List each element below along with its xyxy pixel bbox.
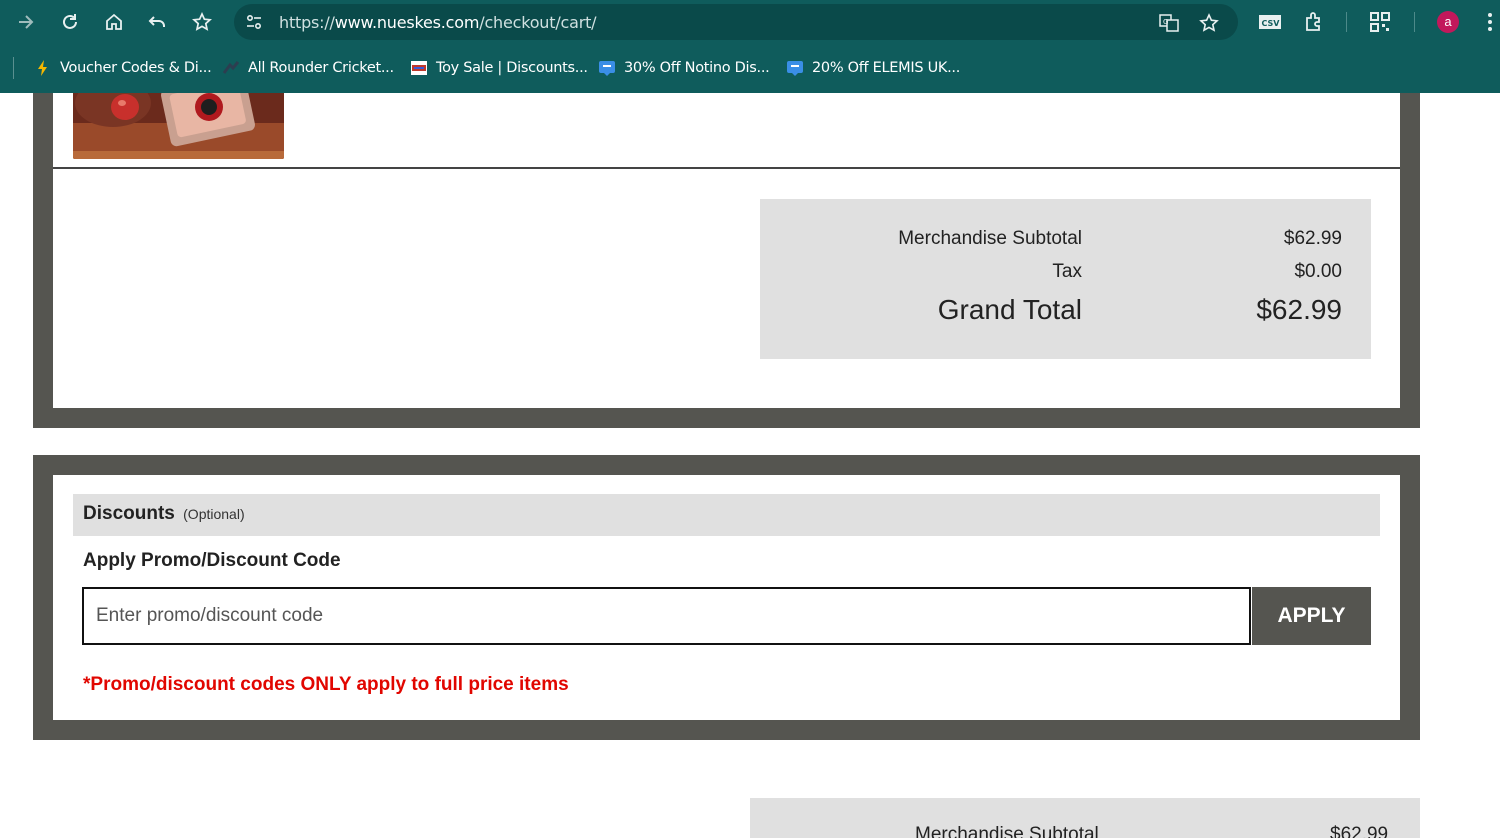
order-totals: Merchandise Subtotal $62.99 Tax $0.00 Gr… (760, 199, 1371, 359)
bookmark-elemis[interactable]: 20% Off ELEMIS UK... (786, 58, 960, 78)
tax-label: Tax (1052, 261, 1082, 282)
bookmark-label: Voucher Codes & Di... (60, 60, 212, 76)
subtotal-value: $62.99 (1283, 228, 1342, 249)
bookmark-label: Toy Sale | Discounts... (436, 60, 588, 76)
qr-icon[interactable] (1368, 10, 1392, 34)
cart-summary-body: Merchandise Subtotal $62.99 Tax $0.00 Gr… (53, 93, 1400, 408)
bottom-subtotal-label: Merchandise Subtotal (915, 824, 1099, 838)
extensions-icon[interactable] (1303, 10, 1327, 34)
cart-summary-card: Merchandise Subtotal $62.99 Tax $0.00 Gr… (33, 93, 1420, 428)
undo-icon[interactable] (143, 8, 171, 36)
forward-icon[interactable] (12, 8, 40, 36)
tag-icon (598, 59, 616, 77)
bookmark-all-rounder-cricket[interactable]: All Rounder Cricket... (222, 58, 394, 78)
url-text[interactable]: https://www.nueskes.com/checkout/cart/ (279, 13, 597, 32)
cricket-icon (222, 59, 240, 77)
home-icon[interactable] (100, 8, 128, 36)
bookmarks-bar: Voucher Codes & Di... All Rounder Cricke… (0, 44, 1500, 93)
bookmark-voucher-codes[interactable]: Voucher Codes & Di... (34, 58, 212, 78)
subtotal-label: Merchandise Subtotal (898, 228, 1082, 249)
site-settings-icon[interactable] (244, 12, 264, 32)
csv-extension-icon[interactable]: CSV (1258, 10, 1282, 34)
address-bar[interactable]: https://www.nueskes.com/checkout/cart/ G (234, 4, 1238, 40)
bolt-icon (34, 59, 52, 77)
toy-icon (410, 59, 428, 77)
product-image[interactable] (73, 93, 284, 159)
tag-icon (786, 59, 804, 77)
svg-text:CSV: CSV (1262, 19, 1281, 28)
toolbar-divider (1346, 12, 1347, 32)
profile-avatar[interactable]: a (1437, 11, 1459, 33)
discounts-body: Discounts (Optional) Apply Promo/Discoun… (53, 475, 1400, 720)
subtotal-row: Merchandise Subtotal $62.99 (752, 228, 1342, 250)
discounts-card: Discounts (Optional) Apply Promo/Discoun… (33, 455, 1420, 740)
cart-page: Merchandise Subtotal $62.99 Tax $0.00 Gr… (0, 93, 1500, 838)
bottom-subtotal-value: $62.99 (1330, 824, 1389, 838)
bookmarks-divider (13, 57, 14, 79)
promo-code-label: Apply Promo/Discount Code (83, 550, 341, 571)
grand-total-value: $62.99 (1256, 294, 1342, 325)
promo-code-input[interactable] (82, 587, 1251, 645)
bookmark-label: 30% Off Notino Dis... (624, 60, 770, 76)
bookmark-notino[interactable]: 30% Off Notino Dis... (598, 58, 770, 78)
tax-value: $0.00 (1294, 261, 1342, 282)
bookmark-label: All Rounder Cricket... (248, 60, 394, 76)
discounts-header: Discounts (Optional) (73, 494, 1380, 536)
browser-toolbar: https://www.nueskes.com/checkout/cart/ G… (0, 0, 1500, 44)
translate-icon[interactable]: G (1158, 12, 1180, 34)
discounts-title-text: Discounts (83, 503, 175, 524)
promo-note: *Promo/discount codes ONLY apply to full… (83, 674, 569, 695)
discounts-title: Discounts (Optional) (83, 503, 245, 525)
apply-button[interactable]: APPLY (1252, 587, 1371, 645)
bookmark-star-icon[interactable] (1198, 12, 1220, 34)
reload-icon[interactable] (56, 8, 84, 36)
grand-total-row: Grand Total $62.99 (752, 294, 1342, 326)
section-divider (53, 167, 1400, 169)
bottom-order-totals: Merchandise Subtotal $62.99 (750, 798, 1420, 838)
svg-text:G: G (1163, 18, 1168, 26)
tax-row: Tax $0.00 (752, 261, 1342, 283)
menu-icon[interactable] (1480, 10, 1500, 34)
discounts-optional-text: (Optional) (183, 506, 245, 522)
star-icon[interactable] (188, 8, 216, 36)
toolbar-divider (1414, 12, 1415, 32)
bookmark-label: 20% Off ELEMIS UK... (812, 60, 961, 76)
bookmark-toy-sale[interactable]: Toy Sale | Discounts... (410, 58, 588, 78)
grand-total-label: Grand Total (937, 294, 1082, 325)
